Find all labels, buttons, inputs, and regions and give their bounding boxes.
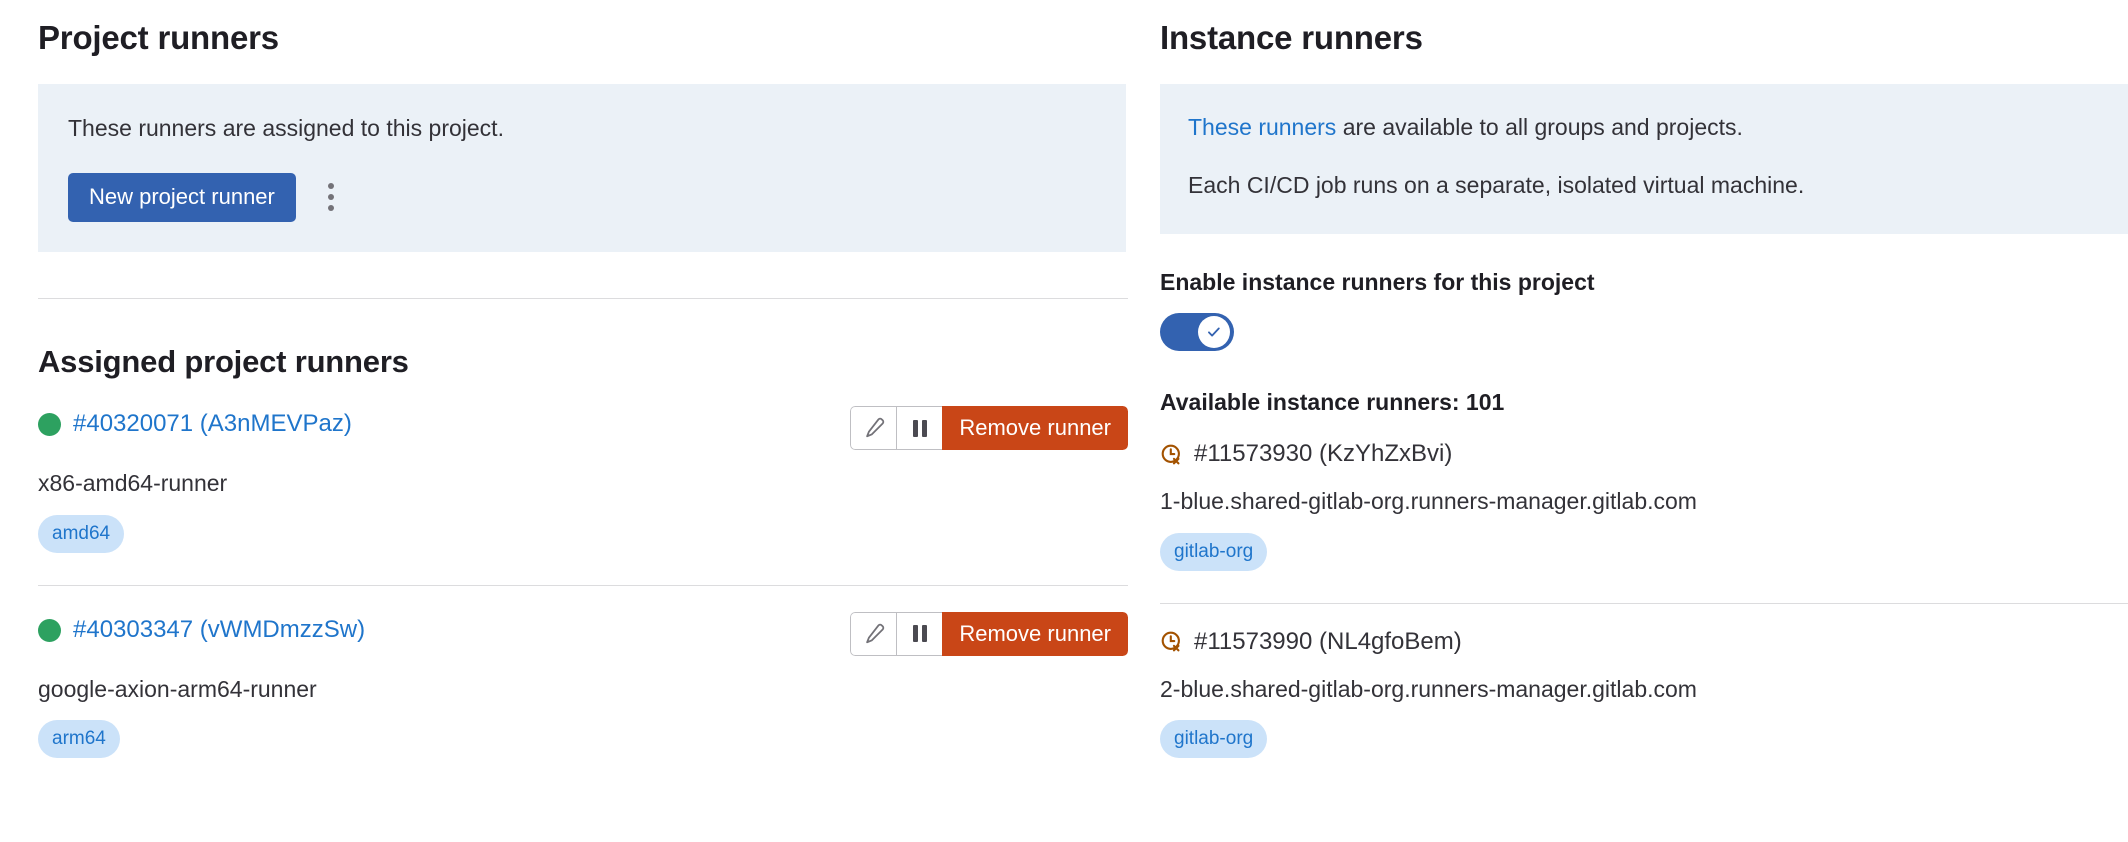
section-divider [38, 297, 1128, 299]
instance-runners-column: Instance runners These runners are avail… [1160, 0, 2128, 842]
clock-x-icon [1161, 444, 1180, 465]
project-runners-info-text: These runners are assigned to this proje… [68, 114, 504, 141]
instance-runner-tag[interactable]: gitlab-org [1160, 532, 1268, 571]
table-row: #40320071 (A3nMEVPaz) Remove runner x86-… [38, 380, 1160, 553]
instance-runner-identity: #11573930 (KzYhZxBvi) [1160, 440, 2128, 469]
instance-runner-description: 1-blue.shared-gitlab-org.runners-manager… [1160, 488, 1697, 515]
pause-glyph [912, 625, 927, 643]
instance-runner-tag-list: gitlab-org [1160, 720, 2128, 759]
runner-tag[interactable]: amd64 [38, 514, 125, 553]
project-runners-info-panel: These runners are assigned to this proje… [38, 83, 1126, 252]
pause-glyph [912, 419, 927, 437]
list-item: #11573930 (KzYhZxBvi) 1-blue.shared-gitl… [1160, 416, 2128, 571]
status-dot-online-icon [38, 618, 61, 642]
runner-tag-list: amd64 [38, 514, 1160, 553]
clock-x-icon [1161, 631, 1180, 652]
kebab-dot [327, 183, 334, 190]
page-title-project-runners: Project runners [38, 19, 279, 56]
runner-link[interactable]: #40303347 (vWMDmzzSw) [73, 616, 365, 645]
list-item: #11573990 (NL4gfoBem) 2-blue.shared-gitl… [1160, 604, 2128, 759]
instance-runner-tag-list: gitlab-org [1160, 532, 2128, 571]
runner-row-header: #40303347 (vWMDmzzSw) Remove runner [38, 611, 1128, 656]
runner-description: google-axion-arm64-runner [38, 675, 317, 702]
runner-link[interactable]: #40320071 (A3nMEVPaz) [73, 410, 352, 439]
kebab-dot [327, 205, 334, 212]
runners-settings-page: Project runners These runners are assign… [0, 0, 2128, 842]
pause-icon[interactable] [896, 611, 943, 656]
remove-runner-button[interactable]: Remove runner [942, 406, 1128, 451]
kebab-menu-icon[interactable] [316, 177, 346, 217]
instance-runner-description: 2-blue.shared-gitlab-org.runners-manager… [1160, 675, 1697, 702]
available-instance-runners-heading: Available instance runners: 101 [1160, 388, 1505, 415]
instance-runners-info-line-2: Each CI/CD job runs on a separate, isola… [1188, 171, 1805, 198]
new-project-runner-button[interactable]: New project runner [68, 172, 296, 222]
project-runners-column: Project runners These runners are assign… [0, 0, 1160, 842]
runner-actions-group: Remove runner [850, 611, 1128, 656]
pause-icon[interactable] [896, 406, 943, 451]
runner-description: x86-amd64-runner [38, 470, 228, 497]
row-spacer [38, 553, 1160, 585]
runner-identity: #40320071 (A3nMEVPaz) [38, 406, 352, 439]
instance-runner-name: #11573990 (NL4gfoBem) [1194, 627, 1462, 655]
toggle-knob [1198, 315, 1230, 348]
runner-tag-list: arm64 [38, 720, 1160, 759]
runner-actions-group: Remove runner [850, 406, 1128, 451]
instance-runner-tag[interactable]: gitlab-org [1160, 720, 1268, 759]
runner-row-header: #40320071 (A3nMEVPaz) Remove runner [38, 406, 1128, 451]
instance-runners-info-rest: are available to all groups and projects… [1336, 113, 1743, 140]
instance-runner-name: #11573930 (KzYhZxBvi) [1194, 440, 1453, 468]
project-runners-actions: New project runner [68, 172, 1096, 222]
instance-runner-identity: #11573990 (NL4gfoBem) [1160, 628, 2128, 657]
pencil-icon[interactable] [850, 406, 897, 451]
table-row: #40303347 (vWMDmzzSw) Remove runner goog… [38, 586, 1160, 759]
pencil-icon[interactable] [850, 611, 897, 656]
runner-identity: #40303347 (vWMDmzzSw) [38, 612, 365, 645]
instance-runners-info-panel: These runners are available to all group… [1160, 83, 2128, 235]
runner-tag[interactable]: arm64 [38, 720, 120, 759]
row-spacer [1160, 571, 2128, 603]
these-runners-link[interactable]: These runners [1188, 114, 1336, 140]
enable-instance-runners-label: Enable instance runners for this project [1160, 269, 1595, 296]
assigned-runners-title: Assigned project runners [38, 343, 409, 379]
remove-runner-button[interactable]: Remove runner [942, 611, 1128, 656]
enable-instance-runners-toggle[interactable] [1160, 312, 1234, 351]
page-title-instance-runners: Instance runners [1160, 19, 1423, 56]
kebab-dot [327, 194, 334, 201]
instance-runners-info-line-1: These runners are available to all group… [1188, 111, 2128, 144]
status-dot-online-icon [38, 413, 61, 437]
assigned-runners-header: Assigned project runners [38, 343, 1160, 380]
